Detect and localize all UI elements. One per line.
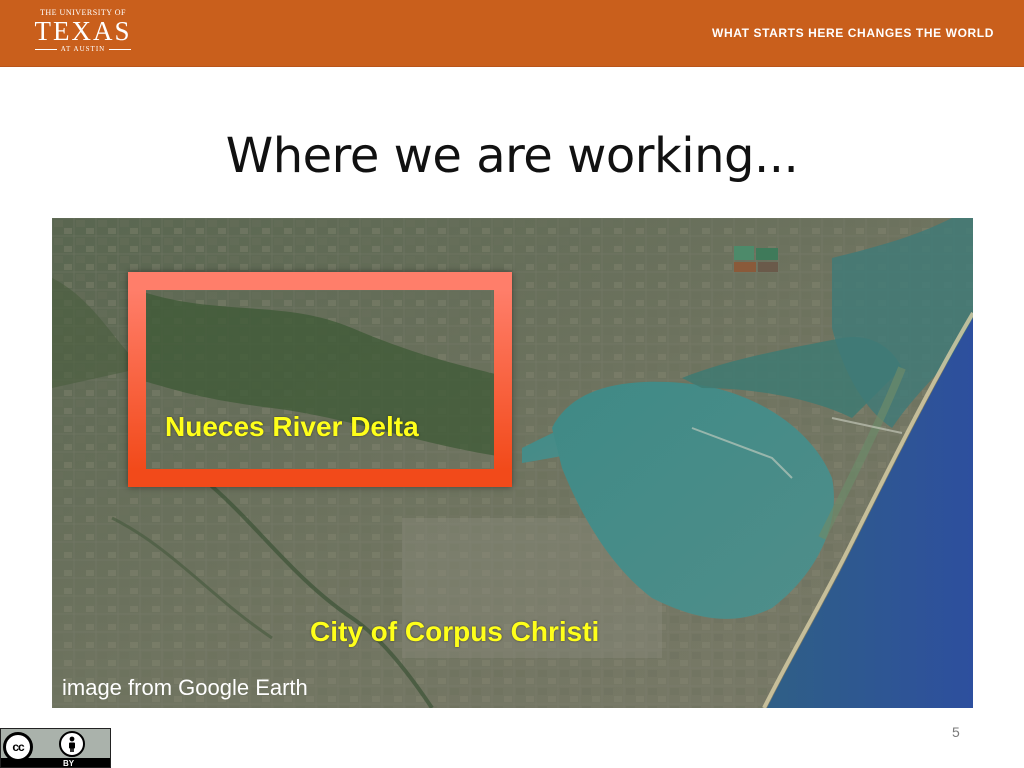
person-icon (69, 736, 75, 752)
by-label: BY (63, 759, 75, 768)
logo-rule-left (34, 48, 57, 50)
slide-page-number: 5 (952, 724, 960, 740)
cc-icon: cc (3, 732, 33, 762)
header-tagline: WHAT STARTS HERE CHANGES THE WORLD (712, 26, 994, 40)
image-credit: image from Google Earth (62, 675, 308, 700)
logo-rule-right (109, 48, 132, 50)
creative-commons-by-badge[interactable]: cc BY (0, 728, 111, 768)
map-label-nueces-river-delta: Nueces River Delta (165, 411, 419, 442)
logo-line-3-text: AT AUSTIN (60, 45, 106, 53)
slide-header-bar: THE UNIVERSITY OF TEXAS AT AUSTIN WHAT S… (0, 0, 1024, 67)
logo-line-2: TEXAS (34, 16, 132, 46)
study-area-highlight-box (128, 272, 512, 487)
slide-title: Where we are working... (225, 128, 799, 184)
ut-austin-logo: THE UNIVERSITY OF TEXAS AT AUSTIN (26, 8, 140, 60)
map-label-corpus-christi: City of Corpus Christi (310, 616, 600, 647)
attribution-person-icon (59, 731, 85, 757)
